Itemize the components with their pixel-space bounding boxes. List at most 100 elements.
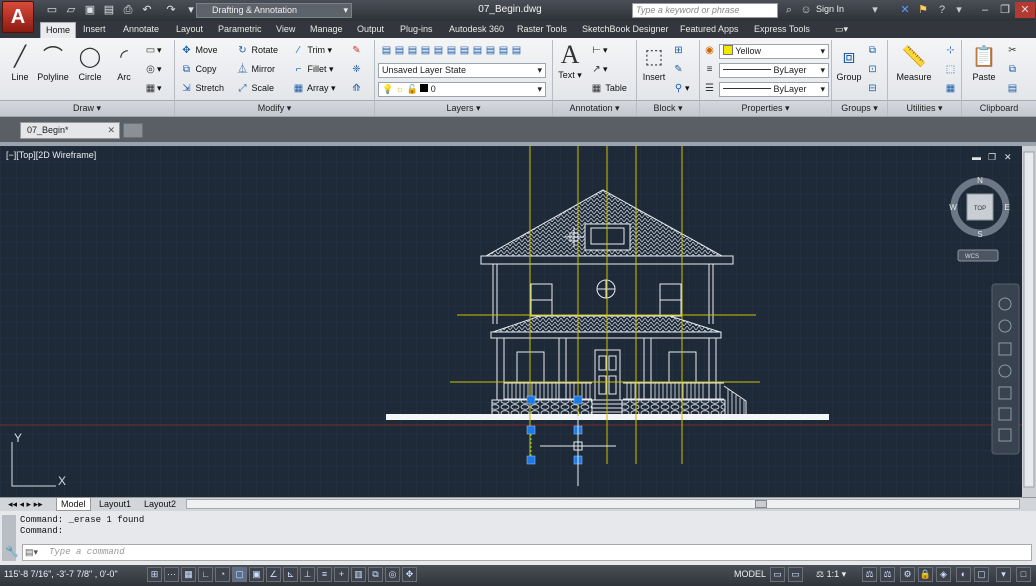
search-icon[interactable]: ⌕ [782,3,796,17]
help-dropdown-icon[interactable]: ▾ [952,3,966,17]
tab-home[interactable]: Home [40,22,77,38]
erase-icon[interactable]: ✎ [350,42,363,59]
tab-annotate[interactable]: Annotate [118,22,164,38]
connect-icon[interactable]: ⚑ [916,3,930,17]
viewcube-top-label[interactable]: TOP [974,206,986,212]
panel-block[interactable]: Block ▾ [637,100,699,116]
layer-tools-row[interactable]: ▤ ▤ ▤ ▤ ▤ ▤ ▤ ▤ ▤ ▤ ▤ [380,42,523,59]
select-all-icon[interactable]: ⬚ [944,61,957,78]
polyline-button[interactable]: ⌒ Polyline [36,44,70,82]
wrench-icon[interactable]: 🔧 [5,545,19,558]
tab-insert[interactable]: Insert [78,22,111,38]
workspace-dropdown[interactable]: Drafting & Annotation ▾ [196,3,352,18]
fullscreen-icon[interactable]: □ [1016,567,1031,582]
mirror-button[interactable]: ⏅ Mirror [236,61,276,78]
saveas-icon[interactable]: ▤ [102,3,116,17]
tab-featured-apps[interactable]: Featured Apps [675,22,744,38]
trim-button[interactable]: ⁄ Trim ▾ [292,42,332,59]
tab-view[interactable]: View [271,22,300,38]
tab-parametric[interactable]: Parametric [213,22,267,38]
color-dropdown[interactable]: Yellow ▾ [719,44,829,59]
viewport-window-controls[interactable]: ▬ ❐ ✕ [972,152,1012,162]
selection-cycling-icon[interactable]: ⧉ [368,567,383,582]
group-select-icon[interactable]: ⊟ [866,80,879,97]
text-button[interactable]: A Text ▾ [554,42,586,81]
annotation-scale[interactable]: ⚖ 1:1 ▾ [816,569,846,580]
panel-draw[interactable]: Draw ▾ [0,100,174,116]
lock-ui-icon[interactable]: 🔒 [918,567,933,582]
dimension-icon[interactable]: ⊢ ▾ [590,42,607,59]
rectangle-icon[interactable]: ▭ ▾ [144,42,162,59]
lineweight-toggle-icon[interactable]: ≡ [317,567,332,582]
3d-osnap-icon[interactable]: ▣ [249,567,264,582]
quick-select-icon[interactable]: ⊹ [944,42,957,59]
compass-east[interactable]: E [1004,203,1009,212]
help-icon[interactable]: ? [935,3,949,17]
new-tab-button[interactable] [123,123,143,138]
close-icon[interactable]: ✕ [107,123,115,138]
object-snap-icon[interactable]: ▢ [232,567,247,582]
tab-autodesk360[interactable]: Autodesk 360 [444,22,509,38]
annotation-visibility-icon[interactable]: ⚖ [862,567,877,582]
transparency-icon[interactable]: + [334,567,349,582]
user-icon[interactable]: ☺ [799,3,813,17]
infer-constraints-icon[interactable]: ⊞ [147,567,162,582]
arc-button[interactable]: ◜ Arc [108,44,140,82]
signin-link[interactable]: Sign In [816,4,844,14]
coordinate-readout[interactable]: 115'-8 7/16", -3'-7 7/8" , 0'-0" [4,569,118,579]
polar-tracking-icon[interactable]: ◔ [215,567,230,582]
snap-mode-icon[interactable]: ⋯ [164,567,179,582]
hatch-icon[interactable]: ◎ ▾ [144,61,161,78]
tab-express-tools[interactable]: Express Tools [749,22,815,38]
navigation-bar[interactable] [991,283,1020,455]
workspace-switch-icon[interactable]: ⚙ [900,567,915,582]
calculator-icon[interactable]: ▦ [944,80,957,97]
leader-icon[interactable]: ↗ ▾ [590,61,607,78]
minimize-icon[interactable]: ‒ [975,2,995,18]
horizontal-scrollbar[interactable] [186,499,1020,509]
attribute-icon[interactable]: ⚲ ▾ [672,80,690,97]
explode-icon[interactable]: ❈ [350,61,363,78]
restore-icon[interactable]: ❐ [995,2,1015,18]
table-button[interactable]: ▦ Table [590,80,627,97]
search-input[interactable]: Type a keyword or phrase [632,3,778,18]
document-tab[interactable]: 07_Begin* ✕ [20,122,120,139]
annotation-monitor-icon[interactable]: ◎ [385,567,400,582]
group-edit-icon[interactable]: ⊡ [866,61,879,78]
fillet-button[interactable]: ⌐ Fillet ▾ [292,61,334,78]
stretch-button[interactable]: ⇲ Stretch [180,80,224,97]
wcs-menu[interactable]: WCS [965,254,979,260]
measure-button[interactable]: 📏 Measure [895,44,933,82]
tab-manage[interactable]: Manage [305,22,348,38]
status-menu-icon[interactable]: ▾ [996,567,1011,582]
command-input[interactable]: Type a command [22,544,1032,561]
offset-icon[interactable]: ⟰ [350,80,363,97]
quick-view-layouts-icon[interactable]: ▭ [770,567,785,582]
linetype-dropdown[interactable]: ByLayer ▾ [719,82,829,97]
panel-layers[interactable]: Layers ▾ [375,100,552,116]
rotate-button[interactable]: ↻ Rotate [236,42,278,59]
ucs-toggle-icon[interactable]: ⊾ [283,567,298,582]
print-icon[interactable]: ⎙ [121,3,135,17]
isolate-objects-icon[interactable]: ✥ [402,567,417,582]
layer-state-dropdown[interactable]: Unsaved Layer State ▾ [378,63,546,78]
redo-icon[interactable]: ↷ [164,3,178,17]
dropdown-icon[interactable]: ▾ [868,3,882,17]
hardware-acceleration-icon[interactable]: ◈ [936,567,951,582]
open-icon[interactable]: ▱ [64,3,78,17]
layout-tab-model[interactable]: Model [56,498,91,511]
panel-utilities[interactable]: Utilities ▾ [888,100,961,116]
exchange-icon[interactable]: ✕ [898,3,912,17]
quick-properties-icon[interactable]: ▥ [351,567,366,582]
edit-block-icon[interactable]: ✎ [672,61,685,78]
panel-properties[interactable]: Properties ▾ [700,100,831,116]
auto-scale-icon[interactable]: ⚖ [880,567,895,582]
isolate-icon[interactable]: ◐ [956,567,971,582]
layout-tab-layout2[interactable]: Layout2 [140,498,180,511]
clean-screen-icon[interactable]: ▢ [974,567,989,582]
model-space-toggle[interactable]: MODEL [734,569,766,579]
horizontal-scroll-thumb[interactable] [755,500,767,508]
move-button[interactable]: ✥ Move [180,42,217,59]
line-button[interactable]: ╱ Line [4,44,36,82]
compass-west[interactable]: W [949,203,957,212]
